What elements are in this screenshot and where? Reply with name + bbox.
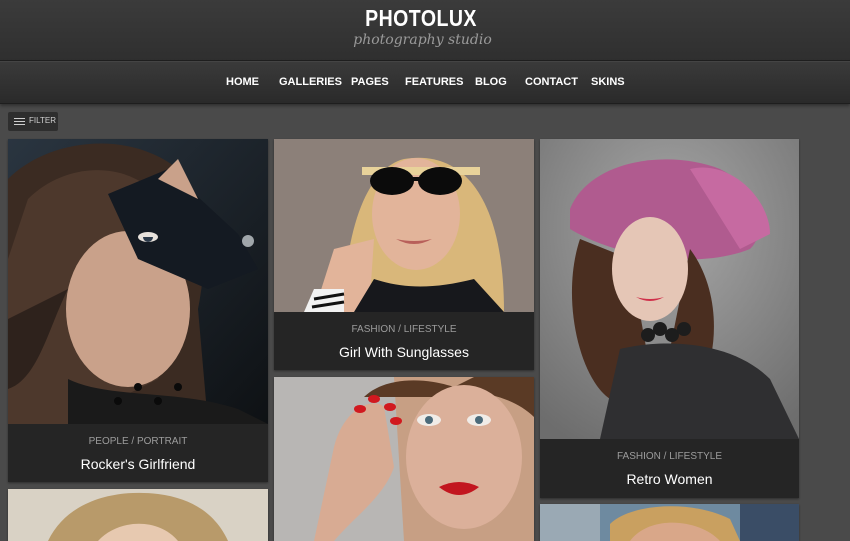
site-logo-title[interactable]: PHOTOLUX [63, 5, 779, 32]
main-navigation: HOME GALLERIES PAGES FEATURES BLOG CONTA… [0, 61, 850, 104]
gallery-item-outdoor-woman[interactable] [540, 504, 799, 541]
menu-lines-icon [14, 118, 25, 126]
nav-item-features[interactable]: FEATURES [405, 76, 463, 88]
site-logo-tagline: photography studio [353, 32, 492, 48]
gallery-item-red-lips[interactable] [274, 377, 534, 541]
gallery-item-girl-with-sunglasses[interactable]: FASHION / LIFESTYLE Girl With Sunglasses [274, 139, 534, 370]
woman-sunglasses-photo[interactable] [274, 139, 534, 312]
woman-red-lips-photo[interactable] [274, 377, 534, 541]
gallery-item-category: PEOPLE / PORTRAIT [88, 436, 188, 447]
gallery-item-title[interactable]: Retro Women [540, 471, 799, 487]
gallery-item-category: FASHION / LIFESTYLE [616, 451, 723, 462]
nav-item-contact[interactable]: CONTACT [525, 76, 578, 88]
blonde-woman-photo[interactable] [8, 489, 268, 541]
nav-item-pages[interactable]: PAGES [351, 76, 389, 88]
nav-item-home[interactable]: HOME [226, 76, 259, 88]
filter-label: FILTER [29, 116, 56, 125]
gallery-item-rockers-girlfriend[interactable]: PEOPLE / PORTRAIT Rocker's Girlfriend [8, 139, 268, 482]
site-header: PHOTOLUX photography studio [0, 0, 850, 61]
woman-outdoor-photo[interactable] [540, 504, 799, 541]
gallery-item-blonde-woman[interactable] [8, 489, 268, 541]
gallery-item-retro-women[interactable]: FASHION / LIFESTYLE Retro Women [540, 139, 799, 498]
filter-button[interactable]: FILTER [8, 112, 58, 131]
nav-item-galleries[interactable]: GALLERIES [279, 76, 342, 88]
nav-item-skins[interactable]: SKINS [591, 76, 625, 88]
gallery-item-category: FASHION / LIFESTYLE [351, 324, 457, 335]
gallery-item-title[interactable]: Girl With Sunglasses [274, 344, 534, 360]
gallery-item-title[interactable]: Rocker's Girlfriend [8, 456, 268, 472]
nav-item-blog[interactable]: BLOG [475, 76, 507, 88]
woman-leather-glove-photo[interactable] [8, 139, 268, 424]
woman-pink-hat-photo[interactable] [540, 139, 799, 439]
